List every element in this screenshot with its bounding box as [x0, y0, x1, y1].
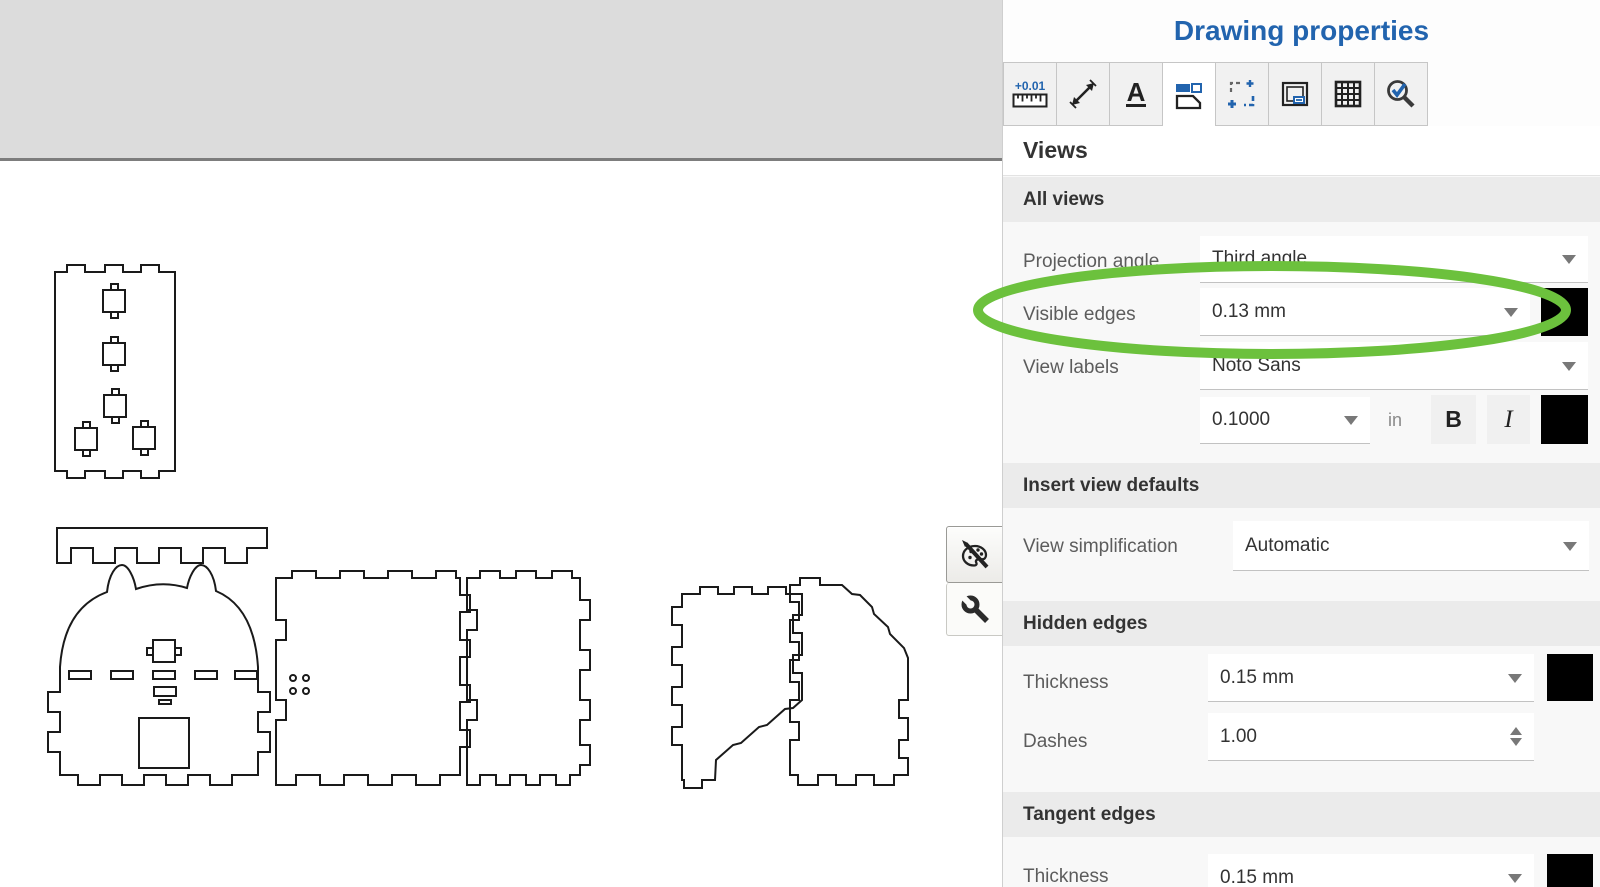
- bold-button[interactable]: B: [1431, 395, 1476, 444]
- hidden-thickness-label: Thickness: [1023, 672, 1109, 694]
- view-labels-color-swatch[interactable]: [1541, 395, 1588, 444]
- tab-dimension-style[interactable]: [1056, 62, 1110, 126]
- size-unit-label: in: [1388, 410, 1402, 431]
- check-magnifier-icon: [1383, 76, 1419, 112]
- piece-side-panel-large-holes[interactable]: [290, 675, 309, 694]
- chevron-down-icon: [1562, 255, 1576, 264]
- piece-sloped-panel-right[interactable]: [790, 578, 908, 785]
- piece-side-panel-narrow[interactable]: [467, 571, 590, 785]
- views-icon: [1171, 77, 1207, 113]
- view-labels-label: View labels: [1023, 357, 1119, 379]
- dimension-arrow-icon: [1065, 76, 1101, 112]
- chevron-down-icon: [1562, 362, 1576, 371]
- piece-slotted-panel-cutouts[interactable]: [75, 284, 155, 456]
- visible-edges-color-swatch[interactable]: [1541, 288, 1588, 336]
- tangent-edges-band: Tangent edges: [1003, 792, 1600, 837]
- tab-insert-view[interactable]: [1215, 62, 1269, 126]
- appearance-button[interactable]: [946, 526, 1003, 583]
- chevron-down-icon: [1508, 874, 1522, 883]
- piece-sloped-panel-left[interactable]: [672, 587, 802, 788]
- views-heading-strip: Views: [1003, 126, 1600, 176]
- chevron-down-icon: [1508, 674, 1522, 683]
- tab-dimension-precision[interactable]: +0.01: [1003, 62, 1057, 126]
- hidden-edges-band: Hidden edges: [1003, 601, 1600, 646]
- visible-edges-label: Visible edges: [1023, 304, 1136, 326]
- hidden-thickness-select[interactable]: 0.15 mm: [1208, 654, 1534, 702]
- panel-tab-strip: +0.01: [1003, 62, 1428, 127]
- piece-cat-face-panel[interactable]: [48, 565, 270, 785]
- panel-header: Drawing properties +0.01: [1003, 0, 1600, 126]
- dashes-stepper[interactable]: 1.00: [1208, 713, 1534, 761]
- dashes-label: Dashes: [1023, 731, 1087, 753]
- drawing-properties-panel: Drawing properties +0.01: [1002, 0, 1600, 887]
- visible-edges-thickness-select[interactable]: 0.13 mm: [1200, 288, 1530, 336]
- projection-angle-label: Projection angle: [1023, 251, 1159, 273]
- svg-text:A: A: [1127, 77, 1146, 107]
- app-window: Drawing properties +0.01: [0, 0, 1600, 887]
- text-annotation-icon: A: [1118, 76, 1154, 112]
- tangent-thickness-label: Thickness: [1023, 866, 1109, 887]
- tangent-edges-color-swatch[interactable]: [1547, 854, 1593, 887]
- italic-button[interactable]: I: [1487, 395, 1530, 444]
- insert-view-icon: [1224, 76, 1260, 112]
- panel-title: Drawing properties: [1003, 0, 1600, 62]
- stepper-arrows-icon[interactable]: [1510, 727, 1522, 746]
- tools-button[interactable]: [946, 583, 1003, 636]
- chevron-down-icon: [1504, 308, 1518, 317]
- piece-cat-face-cutouts[interactable]: [69, 640, 257, 768]
- view-simplification-label: View simplification: [1023, 536, 1178, 558]
- drawing-canvas[interactable]: [0, 0, 1002, 887]
- tab-view-properties[interactable]: [1162, 62, 1216, 127]
- chevron-down-icon: [1563, 542, 1577, 551]
- tab-table-properties[interactable]: [1321, 62, 1375, 126]
- view-labels-font-select[interactable]: Noto Sans: [1200, 342, 1588, 390]
- view-labels-size-select[interactable]: 0.1000: [1200, 397, 1370, 444]
- tab-quality-check[interactable]: [1374, 62, 1428, 126]
- tangent-thickness-select[interactable]: 0.15 mm: [1208, 854, 1534, 887]
- view-simplification-select[interactable]: Automatic: [1233, 521, 1589, 571]
- insert-view-defaults-band: Insert view defaults: [1003, 463, 1600, 508]
- chevron-down-icon: [1344, 416, 1358, 425]
- projection-angle-select[interactable]: Third angle: [1200, 236, 1588, 283]
- hidden-edges-color-swatch[interactable]: [1547, 654, 1593, 701]
- wrench-icon: [957, 591, 993, 627]
- piece-side-panel-large[interactable]: [276, 571, 470, 785]
- tab-sheet-properties[interactable]: [1268, 62, 1322, 126]
- palette-brush-icon: [957, 537, 993, 573]
- dimension-precision-icon: +0.01: [1012, 80, 1048, 108]
- sheet-border-icon: [1277, 76, 1313, 112]
- views-heading: Views: [1023, 137, 1088, 164]
- piece-comb-rail[interactable]: [57, 528, 267, 563]
- tab-annotation-text[interactable]: A: [1109, 62, 1163, 126]
- all-views-band: All views: [1003, 177, 1600, 222]
- table-grid-icon: [1330, 76, 1366, 112]
